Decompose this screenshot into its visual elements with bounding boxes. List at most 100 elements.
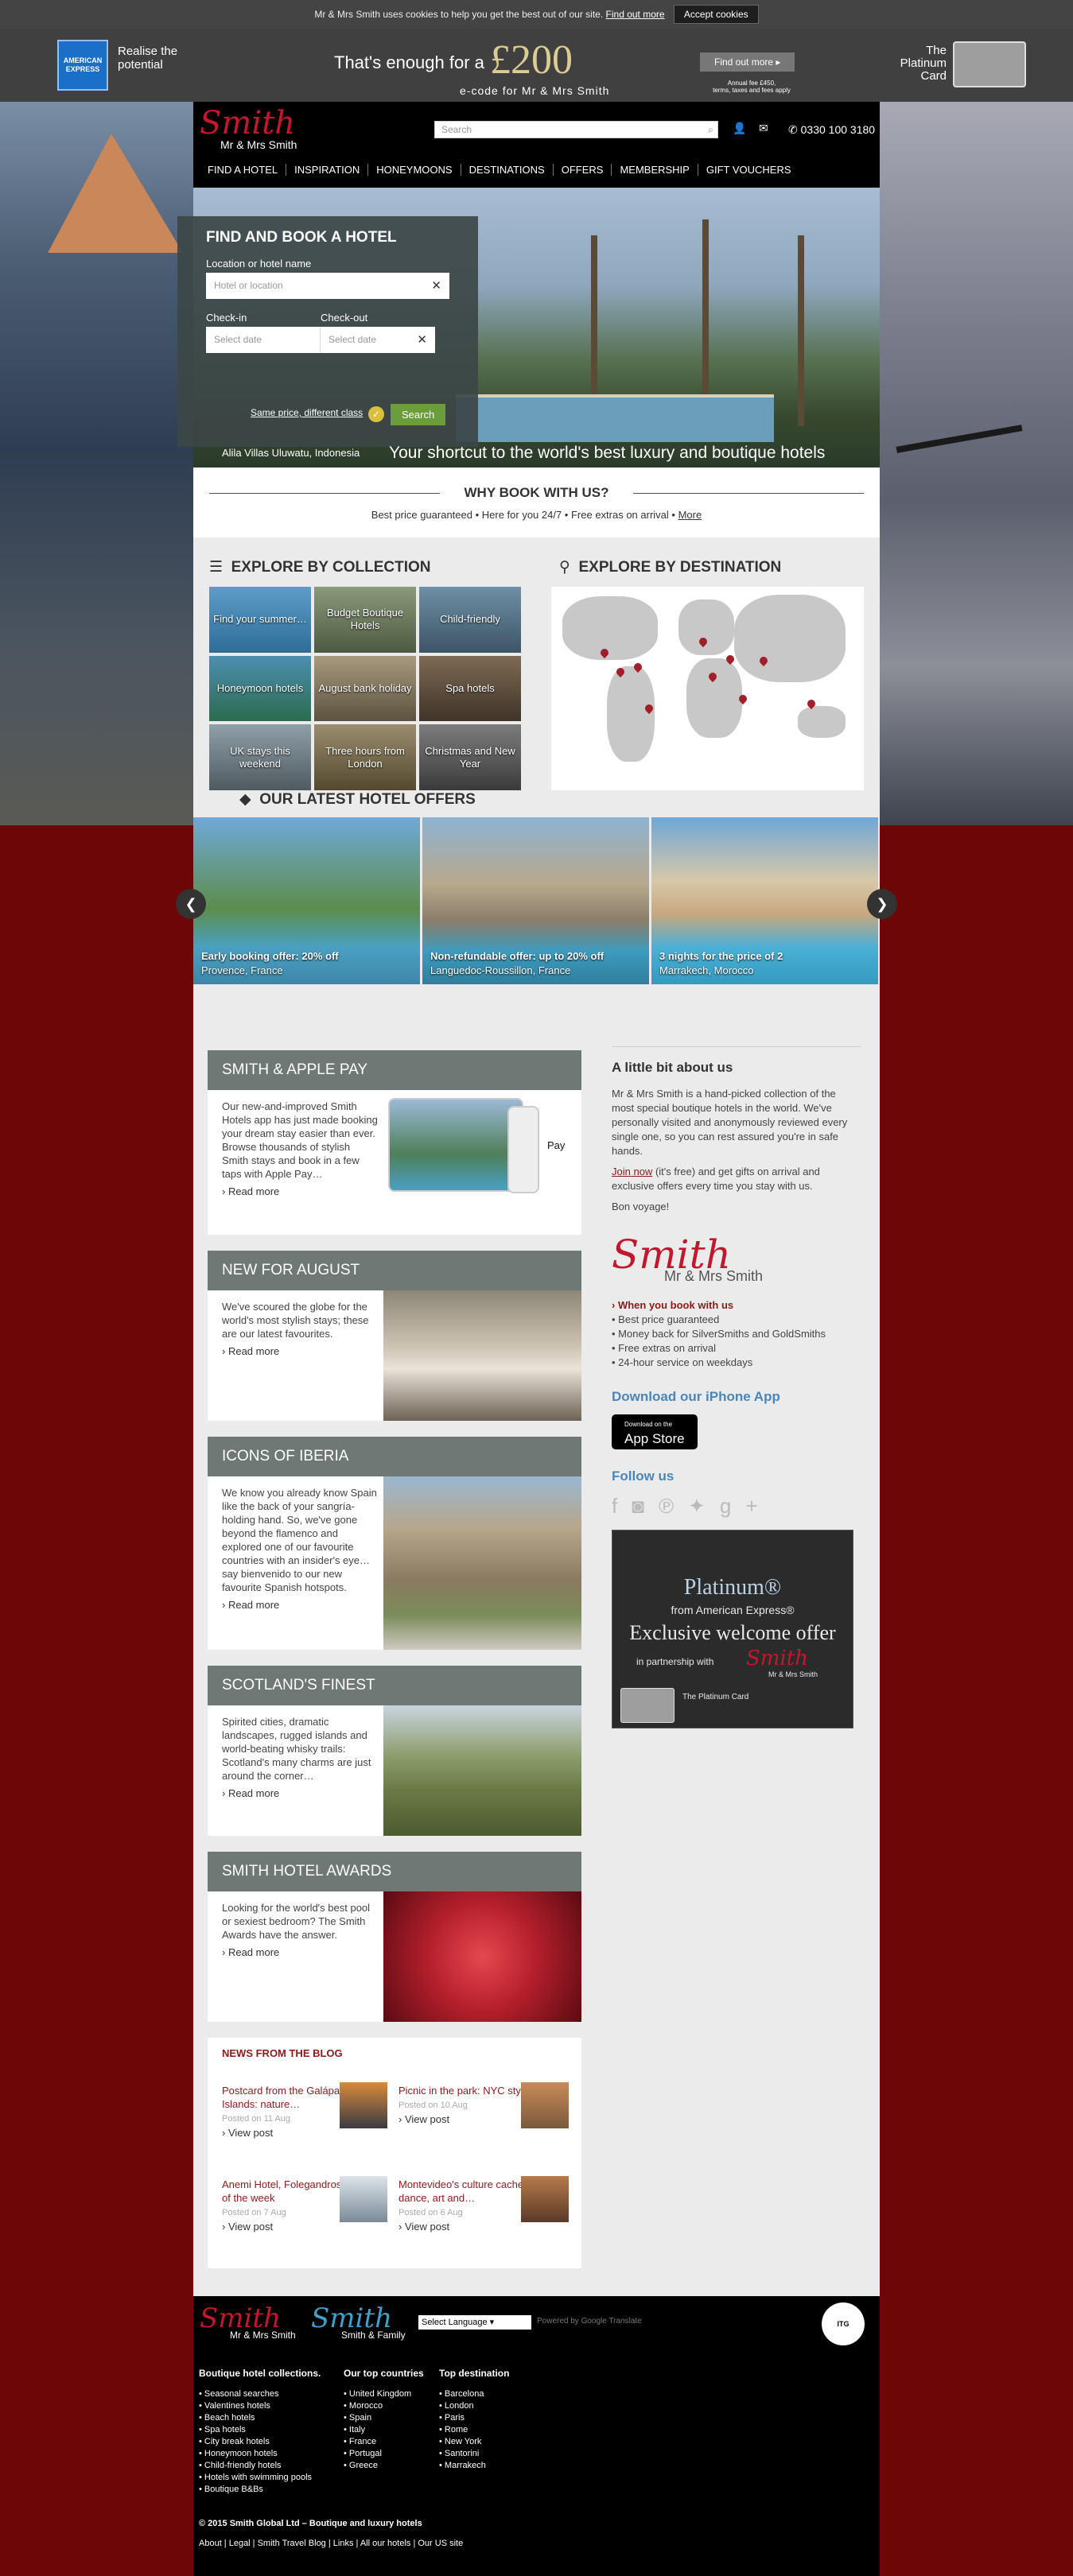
join-now-link[interactable]: Join now <box>612 1166 652 1177</box>
feature-image <box>383 1476 581 1650</box>
blog-thumbnail[interactable] <box>340 2082 387 2128</box>
feature-title[interactable]: SCOTLAND'S FINEST <box>208 1666 581 1705</box>
pinterest-icon[interactable]: ℗ <box>659 1494 688 1518</box>
offer-card[interactable]: Early booking offer: 20% off Provence, Fr… <box>193 817 420 984</box>
footer-link[interactable]: France <box>344 2436 424 2448</box>
collection-tile[interactable]: Spa hotels <box>419 655 521 722</box>
footer-link[interactable]: Barcelona <box>439 2388 509 2400</box>
feature-image <box>383 1705 581 1836</box>
collection-tile[interactable]: Christmas and New Year <box>419 724 521 790</box>
footer-link[interactable]: Child-friendly hotels <box>199 2460 321 2472</box>
footer-link[interactable]: Honeymoon hotels <box>199 2448 321 2460</box>
ad-find-out-more-button[interactable]: Find out more ▸ <box>700 52 795 72</box>
googleplus-icon[interactable]: g+ <box>720 1494 772 1518</box>
same-price-link[interactable]: Same price, different class <box>251 407 363 418</box>
feature-text: Spirited cities, dramatic landscapes, ru… <box>222 1716 371 1782</box>
blog-thumbnail[interactable] <box>521 2176 569 2222</box>
checkin-label: Check-in <box>206 312 247 324</box>
world-map[interactable] <box>551 587 864 790</box>
footer-link[interactable]: Santorini <box>439 2448 509 2460</box>
footer-links[interactable]: About | Legal | Smith Travel Blog | Link… <box>199 2539 463 2548</box>
header-icons: 👤 ✉ <box>733 122 768 135</box>
feature-card: SMITH & APPLE PAY Our new-and-improved S… <box>208 1050 581 1235</box>
app-store-button[interactable]: Download on the App Store <box>612 1414 698 1449</box>
list-item: • 24-hour service on weekdays <box>612 1356 753 1368</box>
collection-tile[interactable]: UK stays this weekend <box>209 724 311 790</box>
facebook-icon[interactable]: f <box>612 1494 632 1518</box>
main-nav: FIND A HOTEL INSPIRATION HONEYMOONS DESTINA… <box>208 164 807 176</box>
twitter-icon[interactable]: ✦ <box>688 1494 720 1518</box>
search-button[interactable]: Search <box>391 404 446 425</box>
feature-text: We know you already know Spain like the … <box>222 1487 377 1593</box>
feature-title[interactable]: ICONS OF IBERIA <box>208 1437 581 1476</box>
accept-cookies-button[interactable]: Accept cookies <box>673 5 759 24</box>
collection-tile[interactable]: Child-friendly <box>419 587 521 653</box>
footer-link[interactable]: Paris <box>439 2412 509 2424</box>
footer-link[interactable]: United Kingdom <box>344 2388 424 2400</box>
collection-tile[interactable]: Budget Boutique Hotels <box>314 587 416 653</box>
footer-link[interactable]: Greece <box>344 2460 424 2472</box>
nav-membership[interactable]: MEMBERSHIP <box>620 164 698 176</box>
offer-card[interactable]: Non-refundable offer: up to 20% off Langu… <box>422 817 649 984</box>
site-header: Smith Mr & Mrs Smith Search ⌕ 👤 ✉ ✆ 0330… <box>193 102 880 188</box>
nav-gift-vouchers[interactable]: GIFT VOUCHERS <box>706 164 799 176</box>
checkout-input[interactable]: Select date ✕ <box>321 327 435 353</box>
footer-link[interactable]: Spa hotels <box>199 2424 321 2436</box>
offer-card[interactable]: 3 nights for the price of 2 Marrakech, Mo… <box>651 817 878 984</box>
footer-link[interactable]: Marrakech <box>439 2460 509 2472</box>
clear-dates-icon[interactable]: ✕ <box>417 327 427 353</box>
offers-prev-arrow-icon[interactable]: ❮ <box>176 889 206 919</box>
cookie-bar: Mr & Mrs Smith uses cookies to help you … <box>0 0 1073 29</box>
nav-honeymoons[interactable]: HONEYMOONS <box>376 164 461 176</box>
footer-link[interactable]: Italy <box>344 2424 424 2436</box>
site-footer: Smith Mr & Mrs Smith Smith Smith & Famil… <box>193 2296 880 2576</box>
nav-find-a-hotel[interactable]: FIND A HOTEL <box>208 164 287 176</box>
feature-title[interactable]: SMITH HOTEL AWARDS <box>208 1852 581 1891</box>
amex-ad-banner[interactable]: AMERICAN EXPRESS Realise the potential T… <box>0 29 1073 102</box>
site-logo[interactable]: Smith <box>200 105 295 142</box>
instagram-icon[interactable]: ◙ <box>632 1494 659 1518</box>
phone-number[interactable]: ✆ 0330 100 3180 <box>788 123 875 137</box>
blog-thumbnail[interactable] <box>340 2176 387 2222</box>
footer-link[interactable]: Spain <box>344 2412 424 2424</box>
offers-next-arrow-icon[interactable]: ❯ <box>867 889 897 919</box>
language-select[interactable]: Select Language ▾ <box>418 2315 531 2330</box>
tag-icon: ◆ <box>239 791 251 808</box>
footer-link[interactable]: Valentines hotels <box>199 2400 321 2412</box>
footer-link[interactable]: Boutique B&Bs <box>199 2484 321 2496</box>
mail-icon[interactable]: ✉ <box>759 122 768 134</box>
checkin-input[interactable]: Select date <box>206 327 321 353</box>
footer-link[interactable]: Seasonal searches <box>199 2388 321 2400</box>
nav-offers[interactable]: OFFERS <box>561 164 612 176</box>
site-logo-name[interactable]: Mr & Mrs Smith <box>220 138 297 151</box>
collection-tile[interactable]: Find your summer… <box>209 587 311 653</box>
search-icon[interactable]: ⌕ <box>708 122 713 138</box>
footer-link[interactable]: City break hotels <box>199 2436 321 2448</box>
platinum-ad[interactable]: Platinum® from American Express® Exclusi… <box>612 1530 853 1728</box>
clear-location-icon[interactable]: ✕ <box>431 273 441 299</box>
footer-link[interactable]: Hotels with swimming pools <box>199 2472 321 2484</box>
feature-title[interactable]: SMITH & APPLE PAY <box>208 1050 581 1090</box>
cookie-text: Mr & Mrs Smith uses cookies to help you … <box>314 9 604 20</box>
collection-tile[interactable]: August bank holiday <box>314 655 416 722</box>
collection-tile[interactable]: Honeymoon hotels <box>209 655 311 722</box>
cookie-find-out-more-link[interactable]: Find out more <box>606 9 665 20</box>
location-input[interactable]: Hotel or location ✕ <box>206 273 449 299</box>
nav-inspiration[interactable]: INSPIRATION <box>294 164 369 176</box>
footer-link[interactable]: London <box>439 2400 509 2412</box>
why-more-link[interactable]: More <box>678 509 702 521</box>
user-icon[interactable]: 👤 <box>733 122 746 134</box>
footer-link[interactable]: Rome <box>439 2424 509 2436</box>
footer-link[interactable]: Portugal <box>344 2448 424 2460</box>
search-input[interactable]: Search ⌕ <box>434 121 718 138</box>
feature-title[interactable]: NEW FOR AUGUST <box>208 1251 581 1290</box>
collection-tile[interactable]: Three hours from London <box>314 724 416 790</box>
powered-by-text: Powered by Google Translate <box>537 2317 642 2326</box>
nav-destinations[interactable]: DESTINATIONS <box>468 164 554 176</box>
footer-link[interactable]: New York <box>439 2436 509 2448</box>
feature-text: We've scoured the globe for the world's … <box>222 1301 369 1340</box>
footer-link[interactable]: Morocco <box>344 2400 424 2412</box>
platinum-card-image <box>953 41 1026 87</box>
blog-thumbnail[interactable] <box>521 2082 569 2128</box>
footer-link[interactable]: Beach hotels <box>199 2412 321 2424</box>
